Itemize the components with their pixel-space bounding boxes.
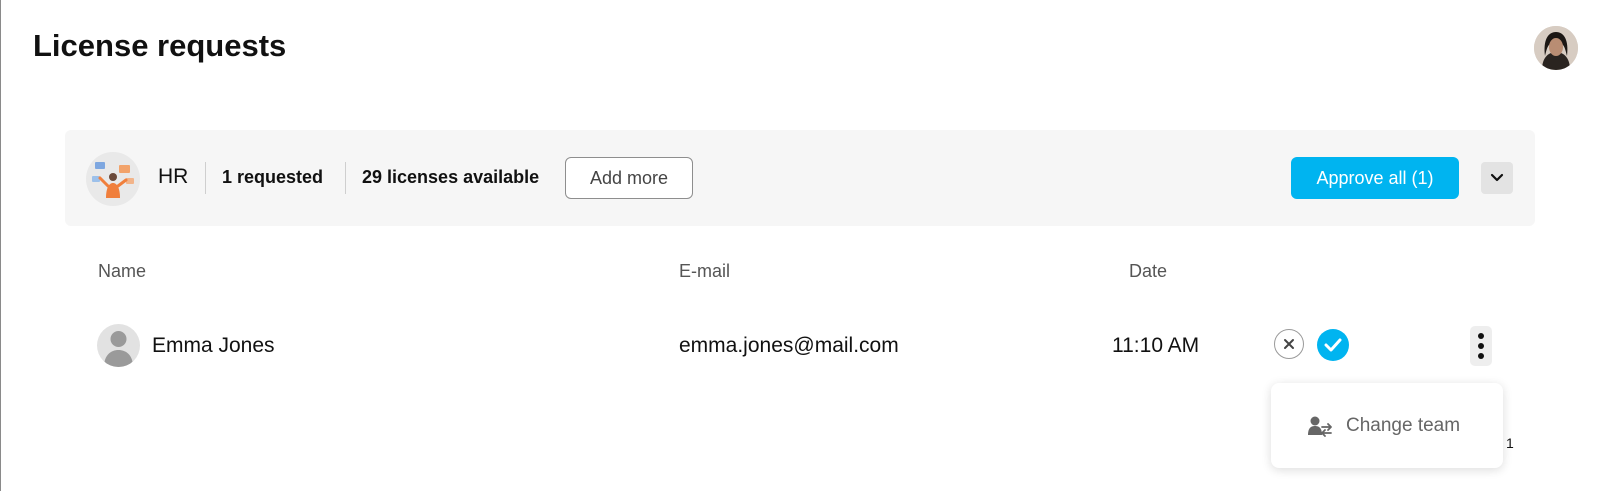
row-name: Emma Jones: [152, 334, 275, 357]
row-email: emma.jones@mail.com: [679, 334, 899, 357]
licenses-available: 29 licenses available: [362, 167, 540, 187]
team-name: HR: [158, 165, 189, 188]
team-illustration-icon: [92, 162, 134, 198]
menu-item-change-team[interactable]: Change team: [1271, 383, 1503, 468]
left-border: [0, 0, 1, 491]
dot: [1478, 333, 1484, 339]
menu-item-label: Change team: [1346, 415, 1461, 436]
change-team-icon: [1308, 416, 1332, 437]
chevron-down-icon: [1490, 173, 1504, 182]
add-more-button[interactable]: Add more: [565, 157, 693, 199]
requested-count: 1 requested: [222, 167, 324, 187]
person-placeholder-icon: [104, 331, 133, 367]
reject-button[interactable]: [1274, 329, 1304, 359]
divider: [345, 162, 346, 194]
divider: [205, 162, 206, 194]
column-header-name: Name: [98, 261, 147, 281]
close-icon: [1284, 339, 1294, 349]
avatar: [97, 324, 140, 367]
column-header-email: E-mail: [679, 261, 731, 281]
approve-button[interactable]: [1317, 329, 1349, 361]
user-photo-icon: [1534, 26, 1578, 70]
expand-toggle[interactable]: [1481, 162, 1513, 194]
dot: [1478, 353, 1484, 359]
team-summary-bar: HR 1 requested 29 licenses available Add…: [65, 130, 1535, 226]
more-options-button[interactable]: [1470, 326, 1492, 366]
count-label: 1: [1506, 435, 1514, 451]
user-avatar[interactable]: [1534, 26, 1578, 70]
page-title: License requests: [33, 28, 287, 63]
check-icon: [1324, 338, 1342, 352]
options-dropdown: Change team: [1271, 383, 1503, 468]
dot: [1478, 343, 1484, 349]
row-date: 11:10 AM: [1112, 334, 1200, 357]
column-header-date: Date: [1129, 261, 1168, 281]
team-avatar: [86, 152, 140, 206]
approve-all-button[interactable]: Approve all (1): [1291, 157, 1459, 199]
